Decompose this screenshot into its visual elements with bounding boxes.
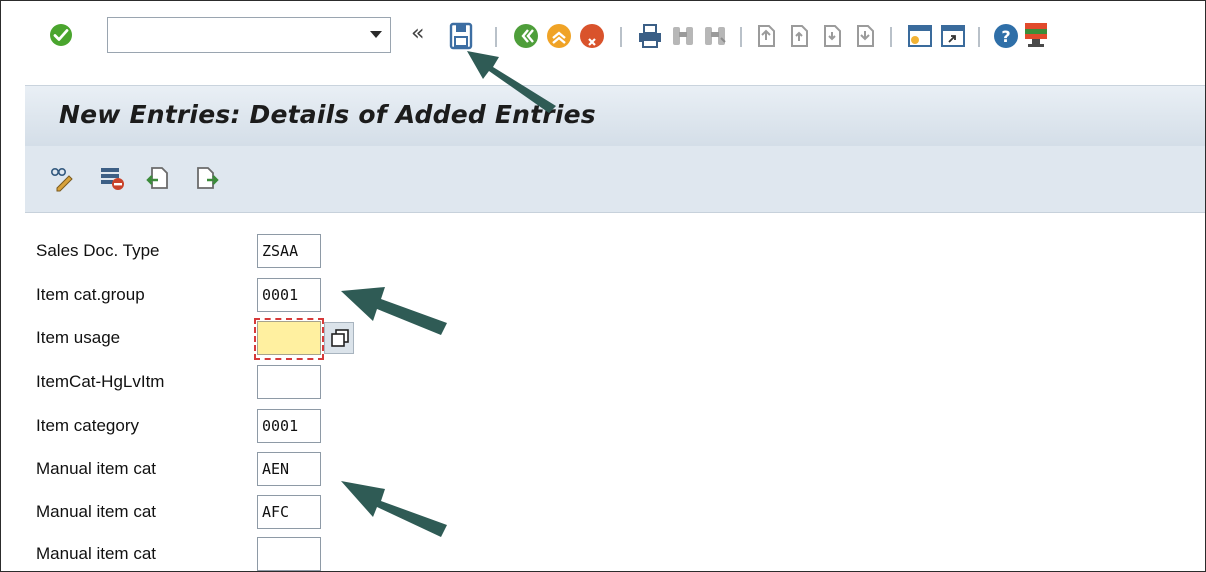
svg-text:?: ?: [1001, 27, 1010, 46]
item-category-field[interactable]: 0001: [257, 409, 321, 443]
form-row: Manual item cat AFC: [25, 492, 425, 530]
exit-icon[interactable]: [546, 23, 572, 49]
manual-item-cat-field-1[interactable]: AEN: [257, 452, 321, 486]
form-row: Manual item cat: [25, 534, 425, 571]
field-label: Manual item cat: [36, 459, 156, 478]
chevron-down-icon[interactable]: [370, 31, 382, 38]
form-row: ItemCat-HgLvItm: [25, 362, 425, 400]
itemcat-higher-level-item-field[interactable]: [257, 365, 321, 399]
toolbar-separator: [495, 27, 497, 47]
form-row: Item usage: [25, 318, 425, 360]
print-icon[interactable]: [637, 23, 663, 49]
page-title: New Entries: Details of Added Entries: [59, 100, 596, 129]
command-field-input[interactable]: [112, 18, 356, 52]
previous-page-icon[interactable]: [786, 23, 812, 49]
sales-doc-type-field[interactable]: ZSAA: [257, 234, 321, 268]
enter-icon[interactable]: [49, 23, 73, 47]
field-label: Item usage: [36, 328, 121, 347]
back-icon[interactable]: [513, 23, 539, 49]
find-icon[interactable]: [670, 23, 696, 49]
delete-icon[interactable]: [99, 165, 125, 191]
command-field[interactable]: [107, 17, 391, 53]
previous-entry-icon[interactable]: [145, 165, 171, 191]
toolbar-separator: [620, 27, 622, 47]
last-page-icon[interactable]: [852, 23, 878, 49]
field-label: Manual item cat: [36, 544, 156, 563]
item-usage-field[interactable]: [254, 318, 324, 360]
shortcut-icon[interactable]: [940, 23, 966, 49]
toolbar-separator: [890, 27, 892, 47]
collapse-icon[interactable]: «: [411, 21, 424, 46]
field-label: ItemCat-HgLvItm: [36, 372, 165, 391]
form-row: Manual item cat AEN: [25, 449, 425, 487]
field-label: Sales Doc. Type: [36, 241, 160, 260]
value-help-icon: [331, 329, 349, 347]
create-session-icon[interactable]: [907, 23, 933, 49]
form-row: Sales Doc. Type ZSAA: [25, 231, 425, 269]
find-next-icon[interactable]: [702, 23, 728, 49]
application-toolbar: [25, 146, 1205, 213]
entry-form: Sales Doc. Type ZSAA Item cat.group 0001…: [25, 213, 1205, 571]
field-label: Item cat.group: [36, 285, 145, 304]
value-help-button[interactable]: [324, 322, 354, 354]
next-entry-icon[interactable]: [195, 165, 221, 191]
title-bar: New Entries: Details of Added Entries: [25, 85, 1205, 147]
manual-item-cat-field-2[interactable]: AFC: [257, 495, 321, 529]
save-icon[interactable]: [449, 22, 473, 50]
item-cat-group-field[interactable]: 0001: [257, 278, 321, 312]
display-change-icon[interactable]: [49, 166, 77, 192]
focus-indicator: [254, 318, 324, 360]
next-page-icon[interactable]: [819, 23, 845, 49]
standard-toolbar: « ?: [1, 1, 1205, 79]
form-row: Item category 0001: [25, 406, 425, 444]
form-row: Item cat.group 0001: [25, 275, 425, 313]
field-label: Item category: [36, 416, 139, 435]
cancel-icon[interactable]: [579, 23, 605, 49]
field-label: Manual item cat: [36, 502, 156, 521]
customize-layout-icon[interactable]: [1023, 21, 1047, 51]
manual-item-cat-field-3[interactable]: [257, 537, 321, 571]
toolbar-separator: [740, 27, 742, 47]
first-page-icon[interactable]: [753, 23, 779, 49]
sap-window: « ? New Entries: Details of Added Entrie…: [0, 0, 1206, 572]
help-icon[interactable]: ?: [993, 23, 1019, 49]
toolbar-separator: [978, 27, 980, 47]
